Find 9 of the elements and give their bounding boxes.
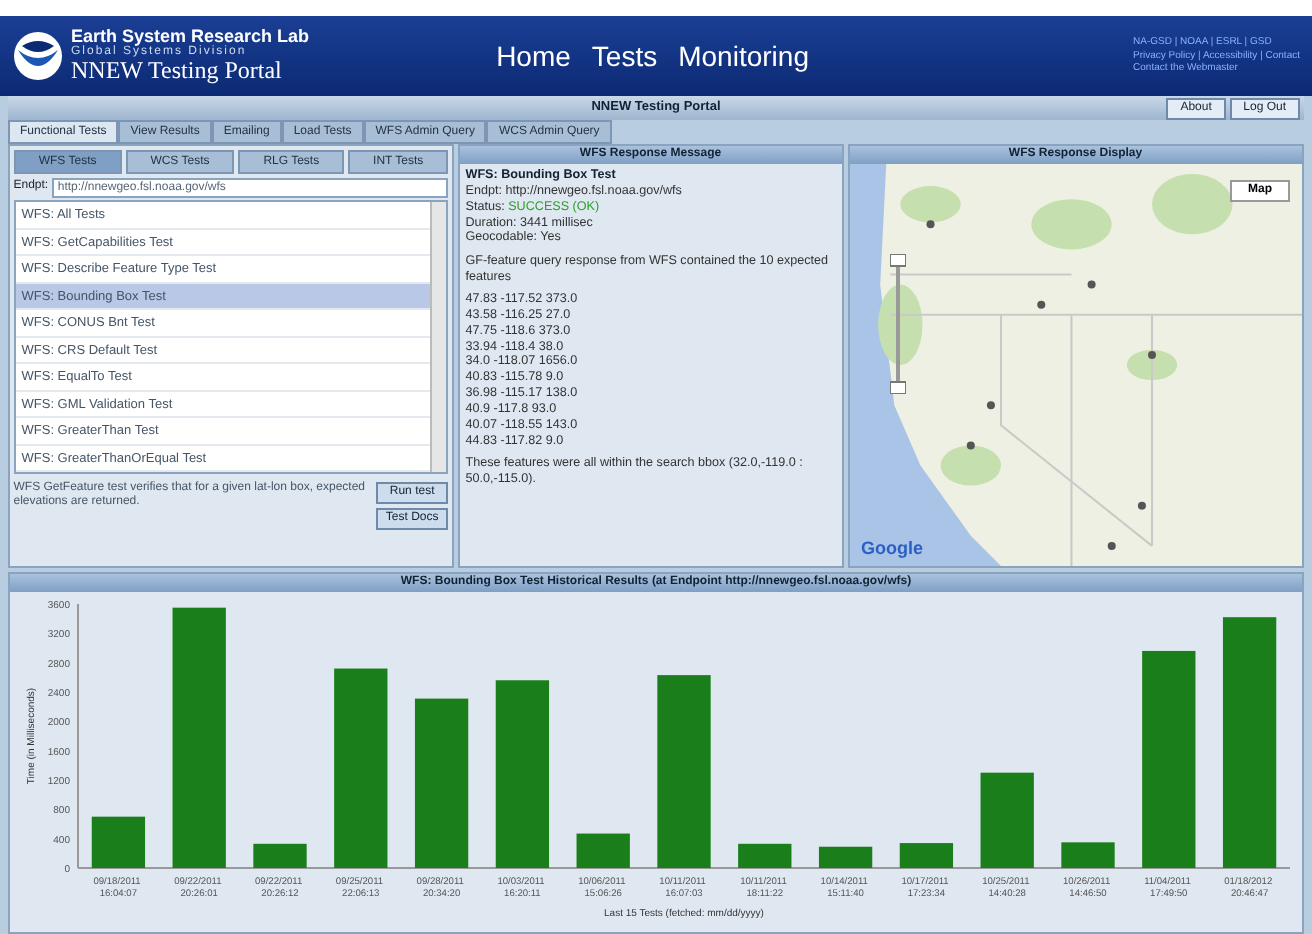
scrollbar[interactable] [430,202,447,473]
zoom-slider-icon[interactable] [889,254,905,394]
org-name: Earth System Research Lab [71,27,310,46]
portal-title: NNEW Testing Portal [71,57,284,85]
logo-icon [12,30,64,82]
map-logo: Google [861,538,923,560]
nav-link[interactable]: Home [496,39,571,73]
nav-link[interactable]: Monitoring [678,39,809,73]
nav-link[interactable]: Tests [591,39,658,73]
